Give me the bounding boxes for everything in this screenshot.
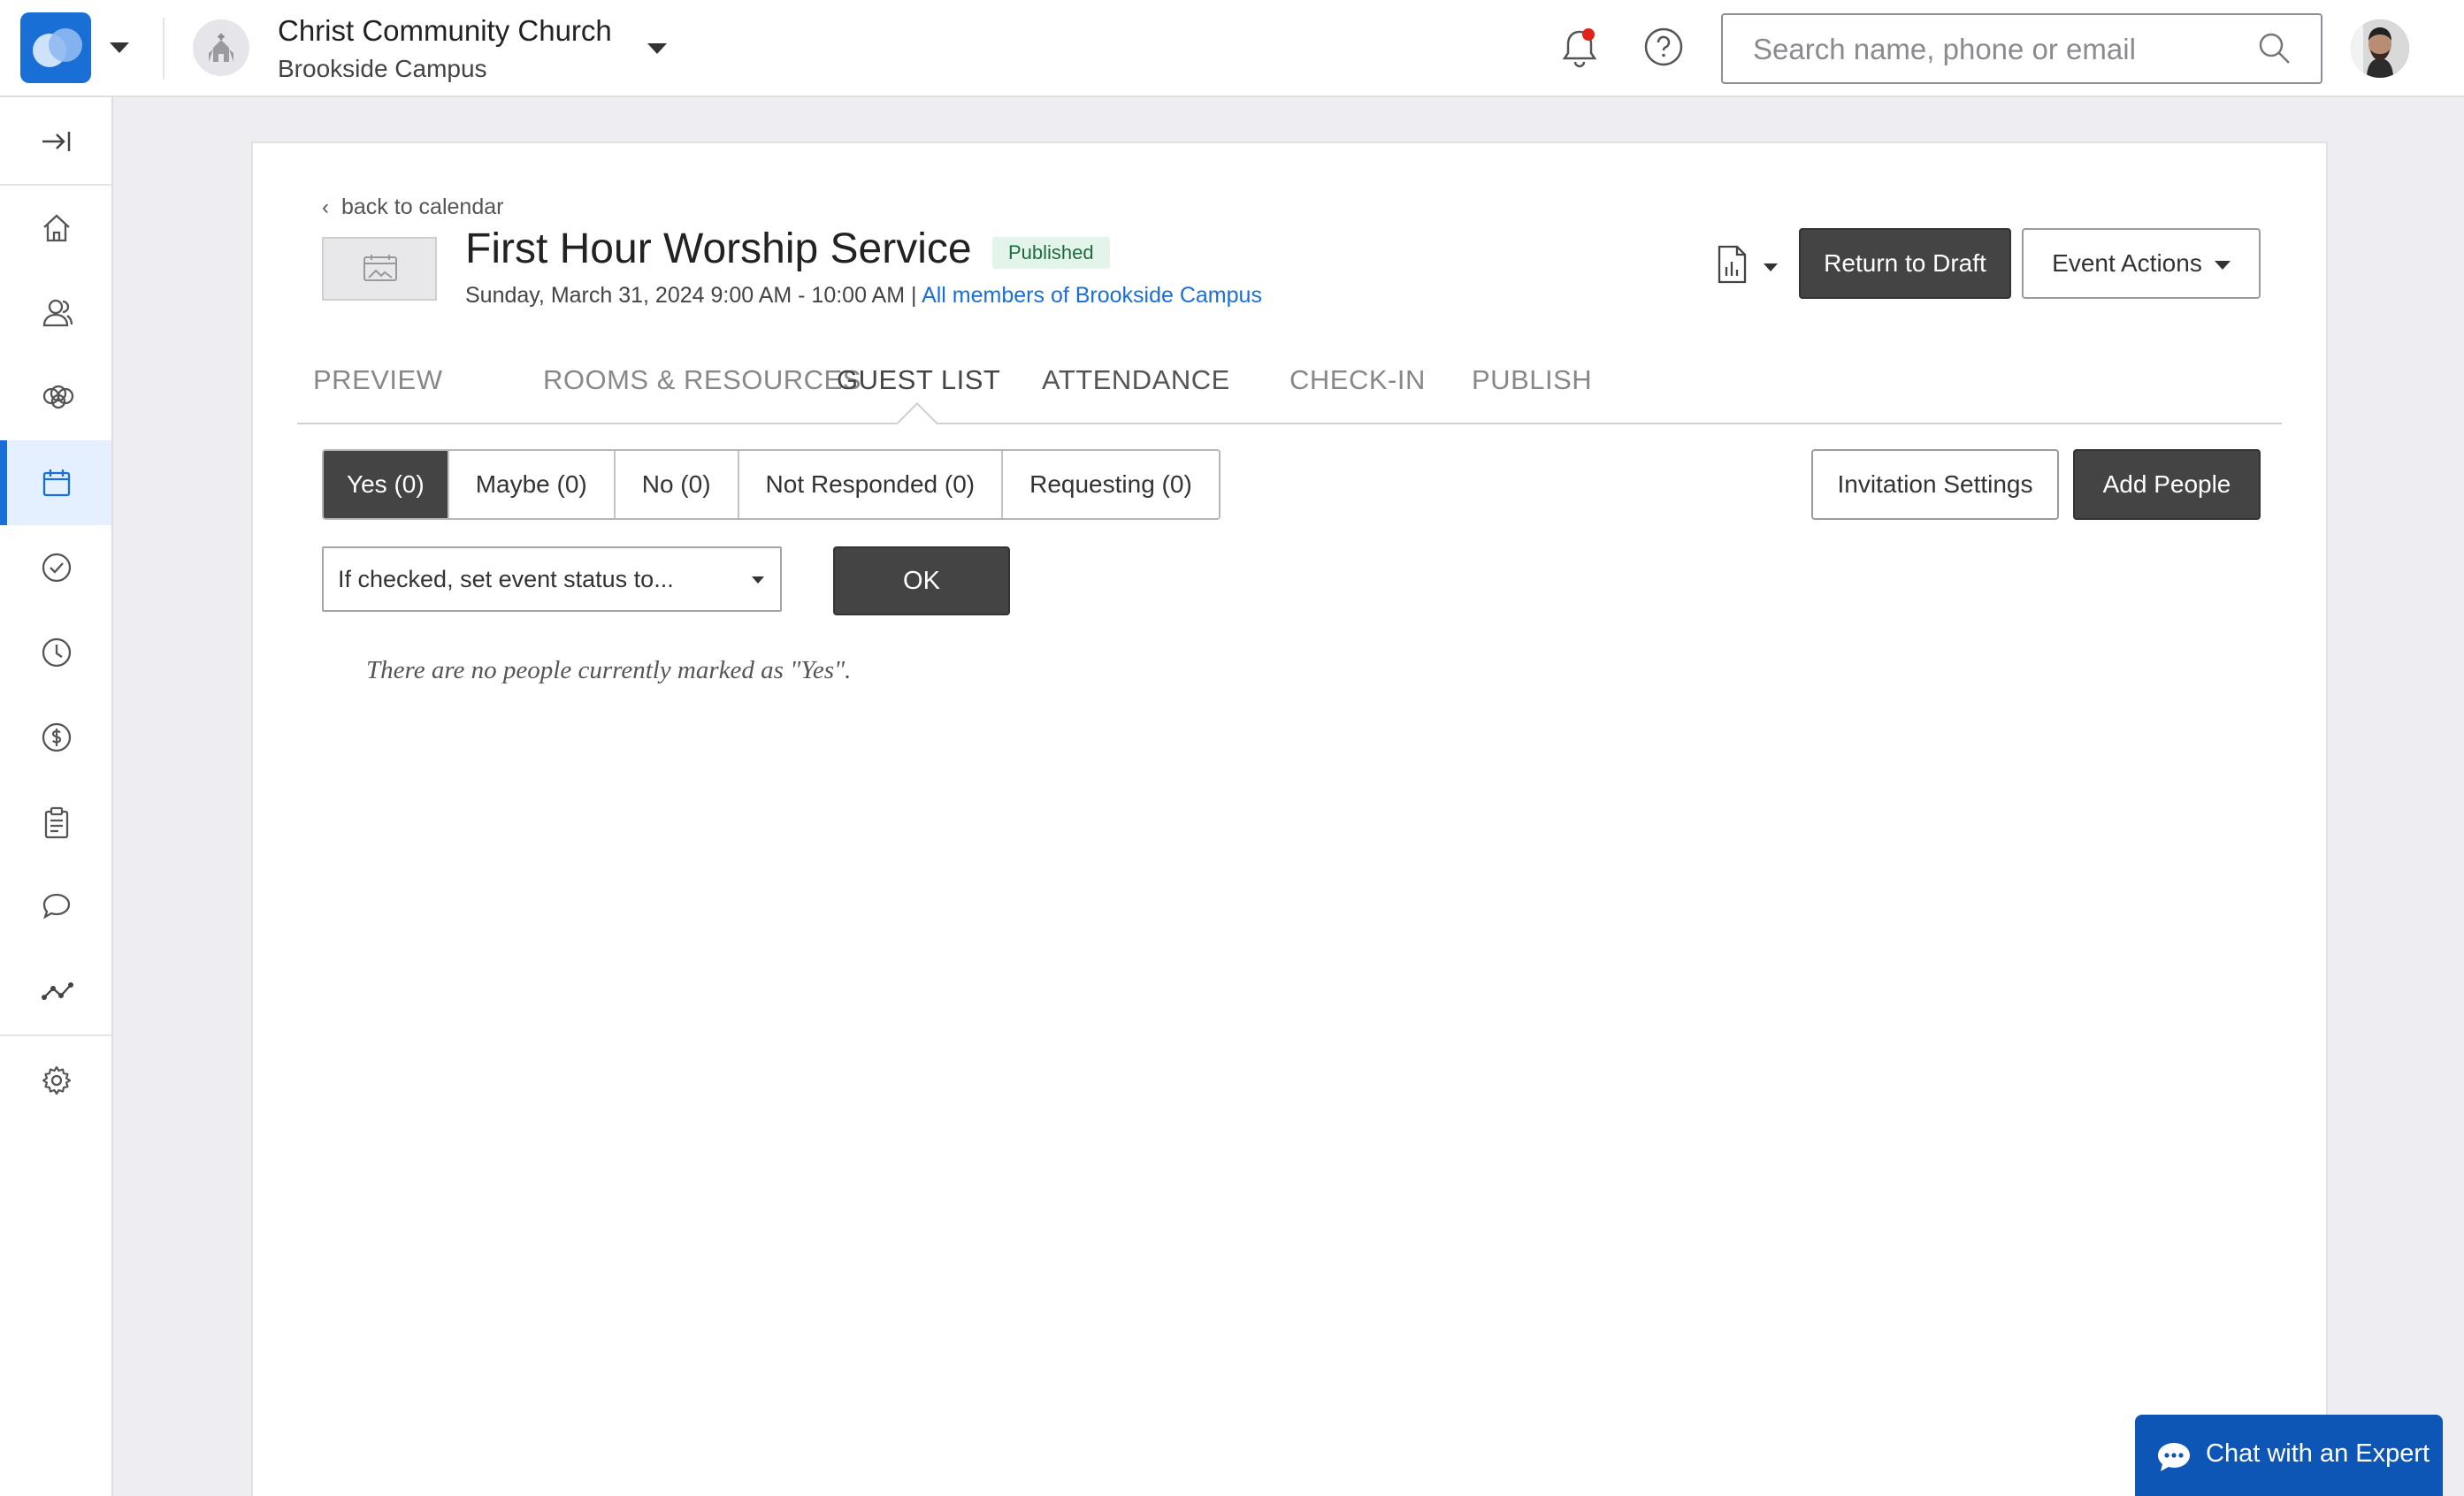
chat-label: Chat with an Expert xyxy=(2206,1439,2430,1468)
search-box[interactable]: Search name, phone or email xyxy=(1721,13,2322,84)
clock-icon xyxy=(42,637,72,668)
filter-not-responded[interactable]: Not Responded (0) xyxy=(738,451,1004,518)
user-avatar[interactable] xyxy=(2351,19,2409,78)
calendar-icon xyxy=(42,469,71,497)
event-card: ‹ back to calendar First Hour Worship Ser… xyxy=(251,141,2328,1496)
app-switcher-caret-icon[interactable] xyxy=(110,42,129,53)
check-circle-icon xyxy=(42,553,72,583)
divider xyxy=(163,18,165,80)
church-name[interactable]: Christ Community Church xyxy=(278,14,612,48)
user-photo-icon xyxy=(2351,19,2409,78)
clipboard-icon xyxy=(44,806,69,839)
back-link-label: back to calendar xyxy=(341,195,504,219)
app-logo[interactable] xyxy=(20,12,91,83)
dollar-icon xyxy=(42,722,72,752)
sidebar-item-communications[interactable] xyxy=(0,865,111,950)
people-icon xyxy=(42,299,73,327)
groups-icon xyxy=(42,385,74,409)
filter-yes[interactable]: Yes (0) xyxy=(324,451,449,518)
help-icon[interactable] xyxy=(1643,27,1684,72)
return-to-draft-button[interactable]: Return to Draft xyxy=(1799,228,2011,299)
notifications-bell-icon[interactable] xyxy=(1560,27,1599,73)
report-menu[interactable] xyxy=(1714,244,1778,289)
church-avatar[interactable] xyxy=(193,19,249,76)
event-actions-label: Event Actions xyxy=(2052,249,2202,277)
sidebar-item-forms[interactable] xyxy=(0,780,111,865)
guest-status-filter: Yes (0) Maybe (0) No (0) Not Responded (… xyxy=(322,449,1221,520)
top-bar: Christ Community Church Brookside Campus… xyxy=(0,0,2464,97)
tab-attendance[interactable]: ATTENDANCE xyxy=(1042,364,1230,396)
chevron-down-icon xyxy=(2214,260,2231,270)
tab-publish[interactable]: PUBLISH xyxy=(1472,364,1592,396)
filter-requesting[interactable]: Requesting (0) xyxy=(1003,451,1219,518)
chat-icon xyxy=(2158,1443,2190,1471)
sidebar-item-home[interactable] xyxy=(0,186,111,271)
status-badge: Published xyxy=(992,237,1110,269)
event-image-placeholder[interactable] xyxy=(322,237,437,301)
sidebar xyxy=(0,97,113,1496)
invitation-settings-button[interactable]: Invitation Settings xyxy=(1811,449,2059,520)
search-icon[interactable] xyxy=(2257,31,2292,66)
empty-state-message: There are no people currently marked as … xyxy=(366,656,852,684)
back-to-calendar-link[interactable]: ‹ back to calendar xyxy=(322,195,503,220)
event-status-select[interactable]: If checked, set event status to... xyxy=(322,546,782,612)
meta-separator: | xyxy=(905,283,922,308)
add-people-button[interactable]: Add People xyxy=(2073,449,2261,520)
collapse-icon xyxy=(42,132,71,151)
tab-rooms-resources[interactable]: ROOMS & RESOURCES xyxy=(543,364,861,396)
event-actions-button[interactable]: Event Actions xyxy=(2022,228,2261,299)
image-placeholder-icon xyxy=(363,255,397,281)
audience-link[interactable]: All members of Brookside Campus xyxy=(922,283,1262,308)
event-datetime: Sunday, March 31, 2024 9:00 AM - 10:00 A… xyxy=(465,283,906,308)
search-input[interactable]: Search name, phone or email xyxy=(1753,33,2136,66)
church-icon xyxy=(209,34,233,62)
tab-guest-list[interactable]: GUEST LIST xyxy=(837,364,1000,396)
home-icon xyxy=(43,214,70,242)
analytics-icon xyxy=(42,982,73,1000)
active-tab-indicator xyxy=(895,401,939,446)
event-tabs: PREVIEW ROOMS & RESOURCES GUEST LIST ATT… xyxy=(297,355,2282,446)
church-switcher-caret-icon[interactable] xyxy=(647,43,667,54)
chevron-down-icon xyxy=(752,576,764,584)
tab-preview[interactable]: PREVIEW xyxy=(313,364,442,396)
sidebar-item-tasks[interactable] xyxy=(0,525,111,610)
chat-with-expert-button[interactable]: Chat with an Expert xyxy=(2135,1415,2443,1496)
sidebar-item-insights[interactable] xyxy=(0,950,111,1034)
sidebar-collapse-button[interactable] xyxy=(0,97,111,186)
sidebar-item-settings[interactable] xyxy=(0,1038,111,1123)
document-report-icon xyxy=(1718,245,1747,284)
chat-bubbles-icon xyxy=(42,893,71,920)
sidebar-item-groups[interactable] xyxy=(0,355,111,440)
gear-icon xyxy=(42,1065,72,1095)
campus-name[interactable]: Brookside Campus xyxy=(278,55,487,83)
tab-check-in[interactable]: CHECK-IN xyxy=(1289,364,1426,396)
sidebar-item-history[interactable] xyxy=(0,610,111,695)
event-meta: Sunday, March 31, 2024 9:00 AM - 10:00 A… xyxy=(465,283,1262,309)
sidebar-item-people[interactable] xyxy=(0,271,111,355)
sidebar-item-calendar[interactable] xyxy=(0,440,111,525)
filter-no[interactable]: No (0) xyxy=(615,451,739,518)
event-title: First Hour Worship Service xyxy=(465,225,972,272)
sidebar-item-giving[interactable] xyxy=(0,695,111,780)
filter-maybe[interactable]: Maybe (0) xyxy=(448,451,616,518)
chevron-left-icon: ‹ xyxy=(322,195,329,219)
ok-button[interactable]: OK xyxy=(833,546,1010,615)
status-select-value: If checked, set event status to... xyxy=(338,566,674,592)
chevron-down-icon xyxy=(1764,263,1778,271)
sidebar-divider xyxy=(0,1034,111,1036)
